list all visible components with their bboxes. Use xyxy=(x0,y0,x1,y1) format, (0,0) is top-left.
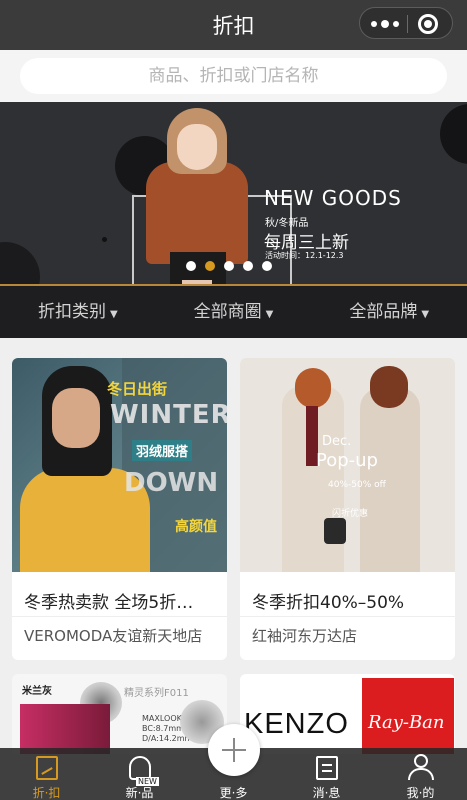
search-input[interactable]: 商品、折扣或门店名称 xyxy=(20,58,447,94)
caret-down-icon: ▼ xyxy=(109,309,118,320)
plus-icon[interactable] xyxy=(208,724,260,776)
image-caption: 40%-50% off xyxy=(328,480,386,490)
discount-list: 冬日出街 WINTER 羽绒服搭 DOWN 高颜值 冬季热卖款 全场5折… VE… xyxy=(0,338,467,754)
card-title: 冬季热卖款 全场5折… xyxy=(24,593,194,613)
user-icon xyxy=(414,754,428,768)
discount-icon xyxy=(36,756,58,780)
series-label: 精灵系列F011 xyxy=(124,688,189,699)
image-caption: DOWN xyxy=(124,468,219,498)
tab-label: 消·息 xyxy=(312,786,341,800)
image-caption: 羽绒服搭 xyxy=(132,440,193,461)
mini-program-capsule xyxy=(359,7,453,39)
decor-circle xyxy=(0,242,40,284)
product-box-image xyxy=(20,704,110,754)
decor-circle xyxy=(440,104,467,164)
carousel-dot-active[interactable] xyxy=(205,261,215,271)
caret-down-icon: ▼ xyxy=(421,309,430,320)
filter-discount-category[interactable]: 折扣类别 ▼ xyxy=(0,286,156,338)
promo-banner[interactable]: NEW GOODS 秋/冬新品 每周三上新 活动时间：12.1-12.3 xyxy=(0,102,467,284)
discount-card[interactable]: Dec. Pop-up 40%-50% off 闪折优惠 冬季折扣40%–50%… xyxy=(240,358,455,660)
card-store: 红袖河东万达店 xyxy=(252,627,358,645)
banner-headline: NEW GOODS xyxy=(264,186,402,210)
image-caption: 闪折优惠 xyxy=(332,509,369,519)
tab-label: 更·多 xyxy=(219,786,248,800)
tab-mine[interactable]: 我·的 xyxy=(374,748,467,800)
caret-down-icon: ▼ xyxy=(265,309,274,320)
user-icon-body xyxy=(408,768,434,780)
banner-model-image xyxy=(142,102,252,284)
tab-label: 折·扣 xyxy=(32,786,61,800)
banner-time: 活动时间：12.1-12.3 xyxy=(265,251,344,260)
brand-logo-text: KENZO xyxy=(244,708,349,740)
search-area: 商品、折扣或门店名称 xyxy=(0,50,467,102)
close-icon[interactable] xyxy=(418,14,438,34)
card-image: 冬日出街 WINTER 羽绒服搭 DOWN 高颜值 xyxy=(12,358,227,572)
decor-dot xyxy=(102,237,107,242)
image-caption: Pop-up xyxy=(316,450,378,471)
tab-discount[interactable]: 折·扣 xyxy=(0,748,93,800)
card-store: VEROMODA友谊新天地店 xyxy=(24,627,203,645)
carousel-dot[interactable] xyxy=(262,261,272,271)
tab-message[interactable]: 消·息 xyxy=(280,748,373,800)
card-title: 冬季折扣40%–50% xyxy=(252,593,405,613)
tab-label: 新·品 xyxy=(125,786,154,800)
image-caption: 冬日出街 xyxy=(107,380,168,398)
more-icon[interactable] xyxy=(368,14,402,34)
top-bar: 折扣 xyxy=(0,0,467,50)
tab-new[interactable]: NEW 新·品 xyxy=(93,748,186,800)
card-image: Dec. Pop-up 40%-50% off 闪折优惠 xyxy=(240,358,455,572)
image-caption: WINTER xyxy=(110,400,227,430)
carousel-dot[interactable] xyxy=(243,261,253,271)
divider xyxy=(240,616,455,617)
capsule-divider xyxy=(407,15,408,33)
brand-label: 米兰灰 xyxy=(22,686,52,697)
divider xyxy=(12,616,227,617)
discount-card[interactable]: 冬日出街 WINTER 羽绒服搭 DOWN 高颜值 冬季热卖款 全场5折… VE… xyxy=(12,358,227,660)
image-caption: 高颜值 xyxy=(175,519,217,535)
carousel-dot[interactable] xyxy=(186,261,196,271)
carousel-dot[interactable] xyxy=(224,261,234,271)
image-caption: Dec. xyxy=(322,434,352,449)
brand-logo-text: Ray-Ban xyxy=(368,712,445,733)
discount-card-partial[interactable]: 米兰灰 精灵系列F011 MAXLOOK BC:8.7mm D/A:14.2mm xyxy=(12,674,227,754)
banner-subline: 秋/冬新品 xyxy=(265,218,309,229)
message-icon xyxy=(316,756,338,780)
carousel-indicator xyxy=(186,261,272,271)
filter-bar: 折扣类别 ▼ 全部商圈 ▼ 全部品牌 ▼ xyxy=(0,284,467,338)
filter-business-area[interactable]: 全部商圈 ▼ xyxy=(156,286,312,338)
filter-brand[interactable]: 全部品牌 ▼ xyxy=(311,286,467,338)
tab-label: 我·的 xyxy=(406,786,435,800)
discount-card-partial[interactable]: KENZO Ray-Ban xyxy=(240,674,455,754)
new-icon: NEW xyxy=(129,756,159,786)
